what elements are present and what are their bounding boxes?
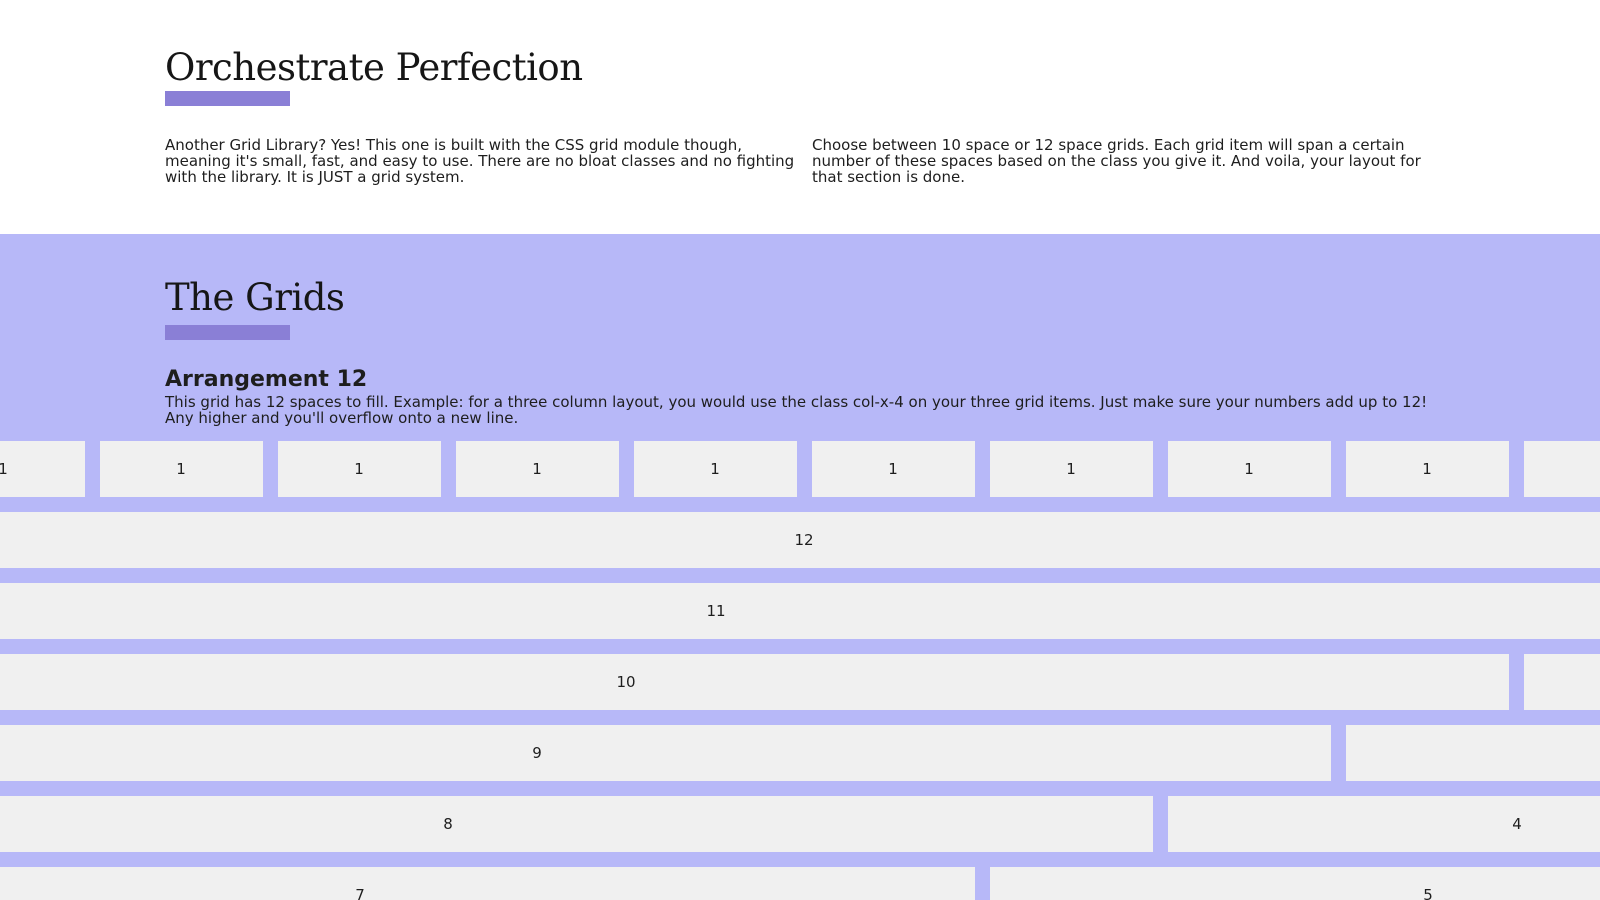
grid-cell-label: 10 <box>616 673 636 691</box>
intro-right-text: Choose between 10 space or 12 space grid… <box>812 136 1421 186</box>
grid-cell: 1 <box>1346 441 1509 497</box>
grid-cell-label: 4 <box>1512 815 1522 833</box>
arrangement-description: This grid has 12 spaces to fill. Example… <box>165 393 1428 427</box>
grid-cell-label: 5 <box>1423 886 1433 900</box>
grid-cell <box>1346 725 1600 781</box>
grid-cell-label: 11 <box>706 602 726 620</box>
grid-cell: 1 <box>100 441 263 497</box>
grid-cell: 5 <box>990 867 1600 900</box>
grid-cell-label: 1 <box>1066 460 1076 478</box>
grid-cell-label: 1 <box>0 460 8 478</box>
grid-cell: 1 <box>634 441 797 497</box>
grid-cell-label: 8 <box>443 815 453 833</box>
intro-left-text: Another Grid Library? Yes! This one is b… <box>165 136 795 186</box>
grid-cell: 1 <box>456 441 619 497</box>
grid-cell-label: 1 <box>354 460 364 478</box>
grid-cell-label: 1 <box>1244 460 1254 478</box>
grid-cell: 1 <box>278 441 441 497</box>
grids-title-underline <box>165 325 290 340</box>
grid-cell: 4 <box>1168 796 1600 852</box>
grid-cell-label: 1 <box>710 460 720 478</box>
grid-cell: 7 <box>0 867 975 900</box>
grid-cell: 8 <box>0 796 1153 852</box>
grid-cell-label: 9 <box>532 744 542 762</box>
grid-cell: 1 <box>1168 441 1331 497</box>
grid-cell <box>1524 654 1600 710</box>
intro-section: Orchestrate Perfection Another Grid Libr… <box>0 0 1600 234</box>
grids-section: The Grids Arrangement 12 This grid has 1… <box>0 234 1600 900</box>
grid-cell: 1 <box>990 441 1153 497</box>
grids-title: The Grids <box>165 276 345 319</box>
grid-cell-label: 1 <box>532 460 542 478</box>
grid-cell: 12 <box>0 512 1600 568</box>
grid-cell: 1 <box>812 441 975 497</box>
arrangement-title: Arrangement 12 <box>165 367 368 392</box>
grid-cell: 10 <box>0 654 1509 710</box>
grid-cell-label: 1 <box>1422 460 1432 478</box>
grid-cell: 9 <box>0 725 1331 781</box>
grid-cell: 1 <box>0 441 85 497</box>
grid-cell-label: 12 <box>794 531 814 549</box>
grid-cell-label: 1 <box>888 460 898 478</box>
intro-title: Orchestrate Perfection <box>165 46 583 89</box>
grid-cell-label: 7 <box>355 886 365 900</box>
grid-cell: 1 <box>1524 441 1600 497</box>
grid-cell-label: 1 <box>176 460 186 478</box>
intro-title-underline <box>165 91 290 106</box>
grid-cell: 11 <box>0 583 1600 639</box>
